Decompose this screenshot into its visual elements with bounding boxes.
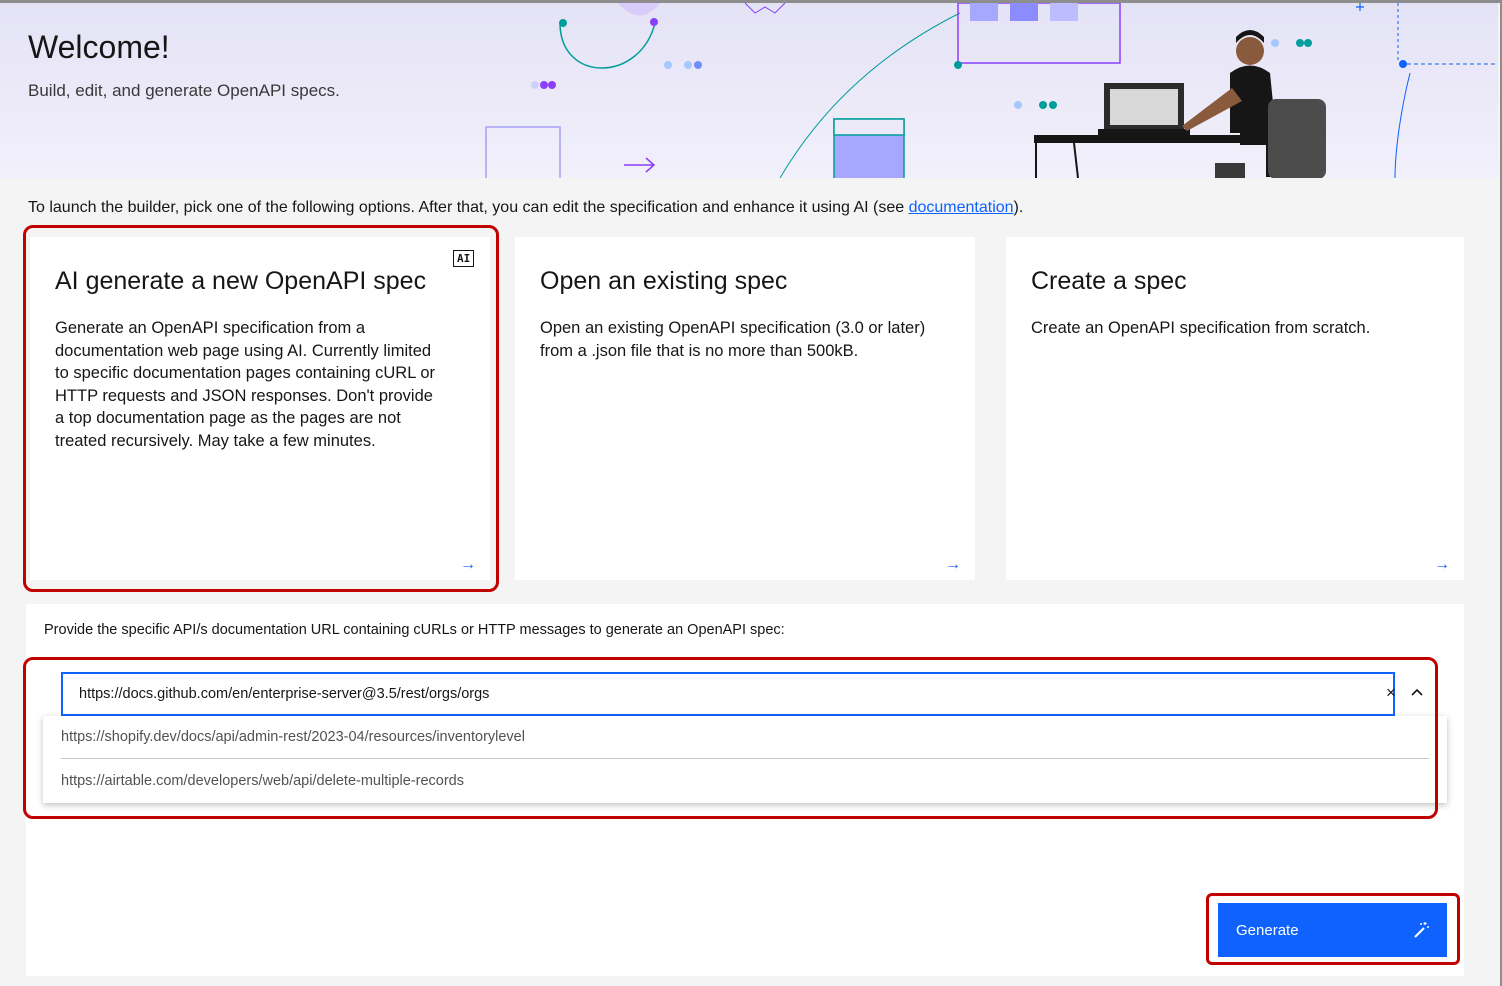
chevron-up-icon[interactable] [1408,684,1426,702]
intro-text-after: ). [1013,199,1024,216]
ai-badge: AI [453,250,475,267]
intro-text: To launch the builder, pick one of the f… [28,199,1023,217]
card-ai-generate[interactable]: AI AI generate a new OpenAPI spec Genera… [30,237,490,580]
welcome-banner: Welcome! Build, edit, and generate OpenA… [0,3,1498,178]
documentation-link[interactable]: documentation [909,199,1014,216]
clear-icon[interactable]: × [1386,683,1396,703]
arrow-right-icon: → [945,556,961,573]
card-title: Open an existing spec [540,267,788,295]
card-open-existing[interactable]: Open an existing spec Open an existing O… [515,237,975,580]
card-title: AI generate a new OpenAPI spec [55,267,427,295]
card-create-spec[interactable]: Create a spec Create an OpenAPI specific… [1006,237,1464,580]
intro-text-before: To launch the builder, pick one of the f… [28,199,909,216]
arrow-right-icon: → [1434,556,1450,573]
card-description: Generate an OpenAPI specification from a… [55,319,436,450]
generate-button-label: Generate [1236,921,1299,939]
url-input[interactable] [63,674,1393,714]
generate-button[interactable]: Generate [1218,903,1447,957]
suggestion-item[interactable]: https://airtable.com/developers/web/api/… [61,760,1429,803]
page-title: Welcome! [28,29,170,65]
url-combobox[interactable] [61,672,1395,716]
arrow-right-icon: → [460,556,476,573]
magic-wand-icon [1414,922,1429,938]
card-description: Open an existing OpenAPI specification (… [540,319,926,360]
url-suggestions-list: https://shopify.dev/docs/api/admin-rest/… [43,716,1447,803]
url-prompt-label: Provide the specific API/s documentation… [44,622,785,638]
page-subtitle: Build, edit, and generate OpenAPI specs. [28,81,340,100]
card-title: Create a spec [1031,267,1187,295]
suggestion-item[interactable]: https://shopify.dev/docs/api/admin-rest/… [61,716,1429,759]
card-description: Create an OpenAPI specification from scr… [1031,319,1371,337]
